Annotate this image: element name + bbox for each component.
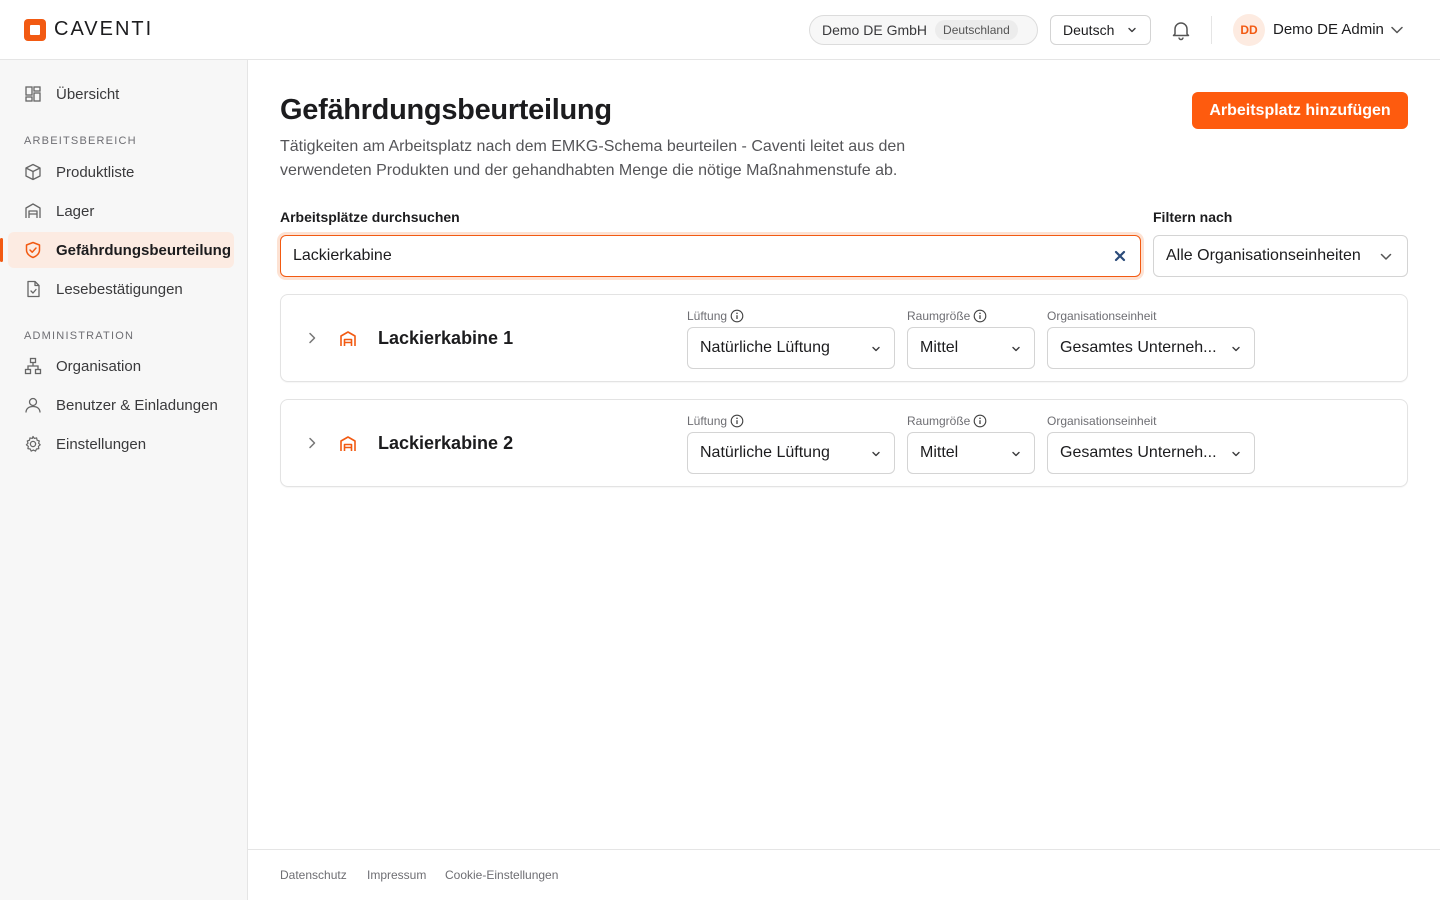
footer: Datenschutz Impressum Cookie-Einstellung… bbox=[248, 849, 1440, 900]
bell-icon[interactable] bbox=[1170, 19, 1192, 41]
sidebar-item-storage[interactable]: Lager bbox=[8, 193, 234, 229]
room-size-value: Mittel bbox=[920, 339, 959, 356]
workplace-icon bbox=[340, 331, 356, 346]
organization-country-badge: Deutschland bbox=[935, 20, 1018, 40]
sidebar-item-label: Übersicht bbox=[56, 85, 120, 103]
org-unit-select[interactable]: Gesamtes Unterneh... bbox=[1047, 327, 1255, 369]
sidebar-item-label: Organisation bbox=[56, 357, 142, 375]
shield-check-icon bbox=[24, 241, 42, 259]
document-check-icon bbox=[24, 280, 42, 298]
info-icon[interactable] bbox=[730, 414, 744, 428]
add-workplace-button[interactable]: Arbeitsplatz hinzufügen bbox=[1192, 92, 1408, 129]
expand-chevron-icon[interactable] bbox=[305, 436, 319, 450]
sidebar-item-overview[interactable]: Übersicht bbox=[8, 76, 234, 112]
org-unit-value: Gesamtes Unterneh... bbox=[1060, 444, 1217, 461]
organization-name: Demo DE GmbH bbox=[822, 22, 928, 38]
chevron-down-icon bbox=[872, 451, 880, 457]
filter-label: Filtern nach bbox=[1153, 209, 1233, 225]
search-label: Arbeitsplätze durchsuchen bbox=[280, 209, 460, 225]
footer-link-cookie-settings[interactable]: Cookie-Einstellungen bbox=[445, 868, 558, 882]
sidebar-item-label: Gefährdungsbeurteilung bbox=[56, 241, 232, 259]
room-size-select[interactable]: Mittel bbox=[907, 327, 1035, 369]
gear-icon bbox=[24, 435, 42, 453]
expand-chevron-icon[interactable] bbox=[305, 331, 319, 345]
workplace-card: Lackierkabine 2 Lüftung Natürliche Lüftu… bbox=[280, 399, 1408, 487]
workplace-name[interactable]: Lackierkabine 2 bbox=[378, 433, 513, 454]
org-unit-value: Gesamtes Unterneh... bbox=[1060, 339, 1217, 356]
caventi-logo[interactable]: CAVENTI bbox=[24, 18, 153, 41]
ventilation-select[interactable]: Natürliche Lüftung bbox=[687, 432, 895, 474]
filter-value: Alle Organisationseinheiten bbox=[1166, 247, 1361, 264]
footer-link-imprint[interactable]: Impressum bbox=[367, 868, 426, 882]
dashboard-icon bbox=[24, 85, 42, 103]
room-size-label-text: Raumgröße bbox=[907, 309, 971, 323]
user-name[interactable]: Demo DE Admin bbox=[1273, 21, 1384, 38]
search-input[interactable]: Lackierkabine bbox=[280, 235, 1141, 277]
search-input-value: Lackierkabine bbox=[293, 247, 392, 264]
logo-icon bbox=[24, 18, 46, 41]
sidebar-item-settings[interactable]: Einstellungen bbox=[8, 426, 234, 462]
chevron-down-icon bbox=[1012, 451, 1020, 457]
workplace-name[interactable]: Lackierkabine 1 bbox=[378, 328, 513, 349]
info-icon[interactable] bbox=[973, 309, 987, 323]
cube-icon bbox=[24, 163, 42, 181]
user-menu-chevron-icon[interactable] bbox=[1389, 22, 1405, 38]
chevron-down-icon bbox=[1232, 451, 1240, 457]
ventilation-value: Natürliche Lüftung bbox=[700, 444, 830, 461]
ventilation-label: Lüftung bbox=[687, 414, 744, 428]
clear-search-icon[interactable] bbox=[1112, 248, 1128, 264]
info-icon[interactable] bbox=[730, 309, 744, 323]
ventilation-value: Natürliche Lüftung bbox=[700, 339, 830, 356]
org-chart-icon bbox=[24, 357, 42, 375]
sidebar-item-label: Benutzer & Einladungen bbox=[56, 396, 218, 414]
ventilation-label-text: Lüftung bbox=[687, 414, 728, 428]
org-unit-label: Organisationseinheit bbox=[1047, 309, 1157, 323]
org-unit-label: Organisationseinheit bbox=[1047, 414, 1157, 428]
avatar[interactable]: DD bbox=[1233, 14, 1265, 46]
ventilation-label: Lüftung bbox=[687, 309, 744, 323]
room-size-label: Raumgröße bbox=[907, 414, 987, 428]
workplace-card: Lackierkabine 1 Lüftung Natürliche Lüftu… bbox=[280, 294, 1408, 382]
sidebar-item-risk-assessment[interactable]: Gefährdungsbeurteilung bbox=[0, 232, 234, 268]
page-description: Tätigkeiten am Arbeitsplatz nach dem EMK… bbox=[280, 138, 906, 179]
room-size-label: Raumgröße bbox=[907, 309, 987, 323]
language-select[interactable]: Deutsch bbox=[1050, 15, 1151, 45]
footer-link-privacy[interactable]: Datenschutz bbox=[280, 868, 347, 882]
language-value: Deutsch bbox=[1063, 22, 1115, 38]
chevron-down-icon bbox=[1128, 27, 1136, 33]
sidebar-item-read-confirmations[interactable]: Lesebestätigungen bbox=[8, 271, 234, 307]
sidebar-item-label: Lesebestätigungen bbox=[56, 280, 183, 298]
sidebar: Übersicht ARBEITSBEREICH Produktliste La… bbox=[0, 60, 248, 900]
room-size-select[interactable]: Mittel bbox=[907, 432, 1035, 474]
org-unit-filter-select[interactable]: Alle Organisationseinheiten bbox=[1153, 235, 1408, 277]
top-bar: CAVENTI Demo DE GmbH Deutschland Deutsch… bbox=[0, 0, 1440, 60]
sidebar-item-users[interactable]: Benutzer & Einladungen bbox=[8, 387, 234, 423]
sidebar-item-label: Lager bbox=[56, 202, 95, 220]
chevron-down-icon bbox=[1380, 253, 1392, 260]
org-unit-select[interactable]: Gesamtes Unterneh... bbox=[1047, 432, 1255, 474]
sidebar-section-admin: ADMINISTRATION bbox=[24, 330, 135, 342]
sidebar-item-label: Produktliste bbox=[56, 163, 135, 181]
ventilation-label-text: Lüftung bbox=[687, 309, 728, 323]
chevron-down-icon bbox=[1012, 346, 1020, 352]
user-icon bbox=[24, 396, 42, 414]
ventilation-select[interactable]: Natürliche Lüftung bbox=[687, 327, 895, 369]
sidebar-item-products[interactable]: Produktliste bbox=[8, 154, 234, 190]
room-size-value: Mittel bbox=[920, 444, 959, 461]
room-size-label-text: Raumgröße bbox=[907, 414, 971, 428]
sidebar-item-organisation[interactable]: Organisation bbox=[8, 348, 234, 384]
page-title: Gefährdungsbeurteilung bbox=[280, 94, 612, 126]
chevron-down-icon bbox=[1232, 346, 1240, 352]
sidebar-section-work: ARBEITSBEREICH bbox=[24, 135, 137, 147]
sidebar-item-label: Einstellungen bbox=[56, 435, 147, 453]
header-divider bbox=[1211, 16, 1212, 44]
workplace-icon bbox=[340, 436, 356, 451]
chevron-down-icon bbox=[872, 346, 880, 352]
warehouse-icon bbox=[24, 202, 42, 220]
organization-switcher[interactable]: Demo DE GmbH Deutschland bbox=[809, 15, 1038, 45]
info-icon[interactable] bbox=[973, 414, 987, 428]
logo-text: CAVENTI bbox=[54, 18, 154, 40]
